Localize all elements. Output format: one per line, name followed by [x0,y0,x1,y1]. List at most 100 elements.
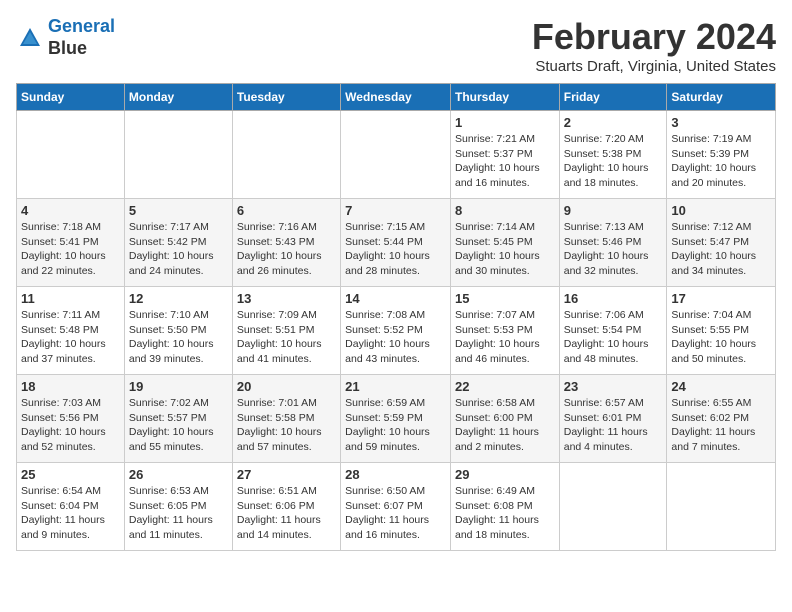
calendar-cell: 16 Sunrise: 7:06 AM Sunset: 5:54 PM Dayli… [559,287,667,375]
header-tuesday: Tuesday [232,84,340,111]
day-info: Sunrise: 7:16 AM Sunset: 5:43 PM Dayligh… [237,220,336,279]
day-number: 16 [564,291,663,306]
calendar-cell: 11 Sunrise: 7:11 AM Sunset: 5:48 PM Dayli… [17,287,125,375]
logo-icon [16,24,44,52]
calendar-cell: 1 Sunrise: 7:21 AM Sunset: 5:37 PM Daylig… [450,111,559,199]
calendar-cell: 3 Sunrise: 7:19 AM Sunset: 5:39 PM Daylig… [667,111,776,199]
calendar-cell: 19 Sunrise: 7:02 AM Sunset: 5:57 PM Dayli… [124,375,232,463]
calendar-cell [17,111,125,199]
calendar-cell: 14 Sunrise: 7:08 AM Sunset: 5:52 PM Dayli… [341,287,451,375]
day-number: 3 [671,115,771,130]
header-saturday: Saturday [667,84,776,111]
logo-text-line1: General [48,16,115,38]
header-sunday: Sunday [17,84,125,111]
calendar-cell: 26 Sunrise: 6:53 AM Sunset: 6:05 PM Dayli… [124,463,232,551]
day-info: Sunrise: 7:07 AM Sunset: 5:53 PM Dayligh… [455,308,555,367]
location-title: Stuarts Draft, Virginia, United States [532,58,776,75]
day-number: 4 [21,203,120,218]
day-info: Sunrise: 7:08 AM Sunset: 5:52 PM Dayligh… [345,308,446,367]
calendar-cell: 28Sunrise: 6:50 AM Sunset: 6:07 PM Dayli… [341,463,451,551]
calendar-cell: 17Sunrise: 7:04 AM Sunset: 5:55 PM Dayli… [667,287,776,375]
calendar-cell: 2Sunrise: 7:20 AM Sunset: 5:38 PM Daylig… [559,111,667,199]
day-number: 14 [345,291,446,306]
calendar-table: Sunday Monday Tuesday Wednesday Thursday… [16,83,776,551]
day-info: Sunrise: 7:17 AM Sunset: 5:42 PM Dayligh… [129,220,228,279]
day-info: Sunrise: 7:04 AM Sunset: 5:55 PM Dayligh… [671,308,771,367]
calendar-cell [667,463,776,551]
day-number: 1 [455,115,555,130]
day-info: Sunrise: 6:57 AM Sunset: 6:01 PM Dayligh… [564,396,663,455]
logo-text-line2: Blue [48,38,115,60]
day-number: 19 [129,379,228,394]
day-info: Sunrise: 7:11 AM Sunset: 5:48 PM Dayligh… [21,308,120,367]
day-number: 22 [455,379,555,394]
day-info: Sunrise: 7:13 AM Sunset: 5:46 PM Dayligh… [564,220,663,279]
day-number: 25 [21,467,120,482]
header: General Blue February 2024 Stuarts Draft… [16,16,776,75]
day-number: 12 [129,291,228,306]
day-number: 26 [129,467,228,482]
day-number: 21 [345,379,446,394]
day-info: Sunrise: 7:12 AM Sunset: 5:47 PM Dayligh… [671,220,771,279]
day-number: 8 [455,203,555,218]
calendar-cell: 24Sunrise: 6:55 AM Sunset: 6:02 PM Dayli… [667,375,776,463]
calendar-cell: 25 Sunrise: 6:54 AM Sunset: 6:04 PM Dayli… [17,463,125,551]
calendar-cell: 27Sunrise: 6:51 AM Sunset: 6:06 PM Dayli… [232,463,340,551]
day-info: Sunrise: 7:03 AM Sunset: 5:56 PM Dayligh… [21,396,120,455]
day-info: Sunrise: 7:18 AM Sunset: 5:41 PM Dayligh… [21,220,120,279]
day-info: Sunrise: 7:21 AM Sunset: 5:37 PM Dayligh… [455,132,555,191]
calendar-cell: 7Sunrise: 7:15 AM Sunset: 5:44 PM Daylig… [341,199,451,287]
month-title: February 2024 [532,16,776,58]
calendar-cell [124,111,232,199]
logo: General Blue [16,16,115,59]
day-number: 9 [564,203,663,218]
calendar-body: 1 Sunrise: 7:21 AM Sunset: 5:37 PM Daylig… [17,111,776,551]
calendar-week-row: 25 Sunrise: 6:54 AM Sunset: 6:04 PM Dayli… [17,463,776,551]
day-number: 11 [21,291,120,306]
day-number: 28 [345,467,446,482]
day-info: Sunrise: 6:54 AM Sunset: 6:04 PM Dayligh… [21,484,120,543]
calendar-cell: 8 Sunrise: 7:14 AM Sunset: 5:45 PM Daylig… [450,199,559,287]
calendar-week-row: 4 Sunrise: 7:18 AM Sunset: 5:41 PM Daylig… [17,199,776,287]
day-info: Sunrise: 7:02 AM Sunset: 5:57 PM Dayligh… [129,396,228,455]
day-number: 6 [237,203,336,218]
day-number: 10 [671,203,771,218]
header-friday: Friday [559,84,667,111]
calendar-cell: 23 Sunrise: 6:57 AM Sunset: 6:01 PM Dayli… [559,375,667,463]
calendar-cell: 5Sunrise: 7:17 AM Sunset: 5:42 PM Daylig… [124,199,232,287]
calendar-cell: 29Sunrise: 6:49 AM Sunset: 6:08 PM Dayli… [450,463,559,551]
title-area: February 2024 Stuarts Draft, Virginia, U… [532,16,776,75]
calendar-cell [559,463,667,551]
day-info: Sunrise: 6:49 AM Sunset: 6:08 PM Dayligh… [455,484,555,543]
calendar-week-row: 11 Sunrise: 7:11 AM Sunset: 5:48 PM Dayli… [17,287,776,375]
calendar-week-row: 1 Sunrise: 7:21 AM Sunset: 5:37 PM Daylig… [17,111,776,199]
day-info: Sunrise: 6:59 AM Sunset: 5:59 PM Dayligh… [345,396,446,455]
day-info: Sunrise: 7:14 AM Sunset: 5:45 PM Dayligh… [455,220,555,279]
calendar-cell: 4 Sunrise: 7:18 AM Sunset: 5:41 PM Daylig… [17,199,125,287]
calendar-cell: 9 Sunrise: 7:13 AM Sunset: 5:46 PM Daylig… [559,199,667,287]
calendar-cell: 12 Sunrise: 7:10 AM Sunset: 5:50 PM Dayli… [124,287,232,375]
day-info: Sunrise: 7:19 AM Sunset: 5:39 PM Dayligh… [671,132,771,191]
day-info: Sunrise: 6:53 AM Sunset: 6:05 PM Dayligh… [129,484,228,543]
day-number: 20 [237,379,336,394]
day-number: 15 [455,291,555,306]
day-number: 18 [21,379,120,394]
day-info: Sunrise: 7:06 AM Sunset: 5:54 PM Dayligh… [564,308,663,367]
day-number: 23 [564,379,663,394]
day-info: Sunrise: 7:10 AM Sunset: 5:50 PM Dayligh… [129,308,228,367]
weekday-header-row: Sunday Monday Tuesday Wednesday Thursday… [17,84,776,111]
header-wednesday: Wednesday [341,84,451,111]
day-number: 2 [564,115,663,130]
calendar-cell [341,111,451,199]
day-info: Sunrise: 6:51 AM Sunset: 6:06 PM Dayligh… [237,484,336,543]
day-info: Sunrise: 7:01 AM Sunset: 5:58 PM Dayligh… [237,396,336,455]
calendar-week-row: 18 Sunrise: 7:03 AM Sunset: 5:56 PM Dayli… [17,375,776,463]
day-info: Sunrise: 7:15 AM Sunset: 5:44 PM Dayligh… [345,220,446,279]
calendar-cell: 18 Sunrise: 7:03 AM Sunset: 5:56 PM Dayli… [17,375,125,463]
calendar-cell: 20 Sunrise: 7:01 AM Sunset: 5:58 PM Dayli… [232,375,340,463]
calendar-cell: 21 Sunrise: 6:59 AM Sunset: 5:59 PM Dayli… [341,375,451,463]
calendar-cell: 15 Sunrise: 7:07 AM Sunset: 5:53 PM Dayli… [450,287,559,375]
calendar-cell: 6 Sunrise: 7:16 AM Sunset: 5:43 PM Daylig… [232,199,340,287]
header-thursday: Thursday [450,84,559,111]
day-number: 13 [237,291,336,306]
